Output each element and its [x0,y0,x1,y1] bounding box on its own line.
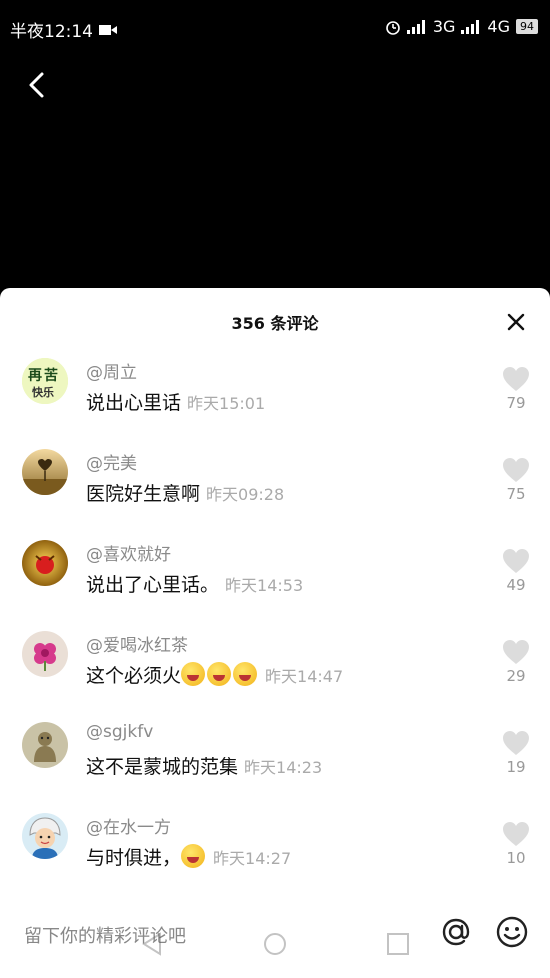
avatar-red-bird-icon [22,540,68,586]
status-left: 半夜12:14 [10,17,117,42]
comment-body: 说出心里话 [86,392,182,414]
heart-icon[interactable] [502,821,530,847]
comment-item: @喜欢就好 说出了心里话。 昨天14:53 49 [0,540,550,630]
svg-text:快乐: 快乐 [31,385,54,399]
like-count: 19 [506,758,526,776]
status-bar: 半夜12:14 3G 4G 94 [0,0,550,56]
comment-item: @爱喝冰红茶 这个必须火 昨天14:47 29 [0,631,550,721]
comment-item: @在水一方 与时俱进， 昨天14:27 10 [0,813,550,903]
comment-text: 与时俱进， 昨天14:27 [86,843,291,870]
comment-username[interactable]: @喜欢就好 [86,540,171,565]
signal-icon [406,19,425,34]
comment-time: 昨天14:47 [265,667,344,686]
avatar-pink-flower-icon [22,631,68,677]
avatar-calligraphy-icon: 再 苦 快乐 [22,358,68,404]
close-icon[interactable] [504,310,528,334]
back-arrow-icon[interactable] [22,70,52,100]
like-count: 10 [506,849,526,867]
avatar[interactable] [22,449,68,495]
signal-icon-2 [461,19,480,34]
video-recording-icon [99,24,117,35]
heart-icon[interactable] [502,457,530,483]
like-count: 79 [506,394,526,412]
comment-text: 医院好生意啊 昨天09:28 [86,479,284,506]
like-count: 49 [506,576,526,594]
comment-item: @sgjkfv 这不是蒙城的范集 昨天14:23 19 [0,722,550,812]
heart-icon[interactable] [502,730,530,756]
svg-text:苦: 苦 [44,367,58,384]
comment-text: 说出心里话 昨天15:01 [86,388,265,415]
heart-icon[interactable] [502,366,530,392]
like-count: 75 [506,485,526,503]
svg-text:再: 再 [28,368,42,384]
network-4g: 4G [487,17,510,36]
comment-time: 昨天14:27 [213,849,292,868]
comment-text: 这个必须火 昨天14:47 [86,661,343,688]
nav-back-icon[interactable] [138,930,166,958]
like-count: 29 [506,667,526,685]
comment-body: 说出了心里话。 [86,574,220,596]
comment-item: 再 苦 快乐 @周立 说出心里话 昨天15:01 79 [0,358,550,448]
comment-body: 医院好生意啊 [86,483,201,505]
comment-username[interactable]: @周立 [86,358,137,383]
avatar-statue-icon [22,722,68,768]
network-3g: 3G [432,17,456,36]
nav-recents-icon[interactable] [384,930,412,958]
avatar[interactable]: 再 苦 快乐 [22,358,68,404]
clock: 半夜12:14 [10,22,93,42]
comment-time: 昨天14:53 [225,576,304,595]
comment-body: 这个必须火 [86,665,182,687]
comments-title: 356 条评论 [231,314,319,333]
comment-username[interactable]: @在水一方 [86,813,171,838]
comment-time: 昨天15:01 [187,394,266,413]
laughing-emoji-icon [233,662,258,686]
avatar[interactable] [22,722,68,768]
laughing-emoji-icon [207,662,232,686]
comment-time: 昨天09:28 [206,485,285,504]
comment-item: @完美 医院好生意啊 昨天09:28 75 [0,449,550,539]
comment-body: 与时俱进， [86,847,182,869]
comments-panel: 356 条评论 再 苦 快乐 @周立 说出心里话 昨天15:01 79 @完美 … [0,288,550,978]
avatar[interactable] [22,813,68,859]
heart-icon[interactable] [502,639,530,665]
avatar[interactable] [22,631,68,677]
status-right: 3G 4G 94 [385,17,538,36]
battery-badge: 94 [516,19,538,34]
heart-icon[interactable] [502,548,530,574]
laughing-tears-emoji-icon [181,844,206,868]
comment-text: 说出了心里话。 昨天14:53 [86,570,303,597]
alarm-icon [386,20,400,35]
comment-username[interactable]: @sgjkfv [86,722,153,742]
comment-time: 昨天14:23 [244,758,323,777]
comment-username[interactable]: @完美 [86,449,137,474]
avatar-cartoon-girl-icon [22,813,68,859]
avatar[interactable] [22,540,68,586]
nav-home-icon[interactable] [261,930,289,958]
comment-body: 这不是蒙城的范集 [86,756,239,778]
comment-username[interactable]: @爱喝冰红茶 [86,631,188,656]
comment-text: 这不是蒙城的范集 昨天14:23 [86,752,322,779]
laughing-emoji-icon [181,662,206,686]
system-nav-bar [0,920,550,978]
avatar-heart-tree-icon [22,449,68,495]
